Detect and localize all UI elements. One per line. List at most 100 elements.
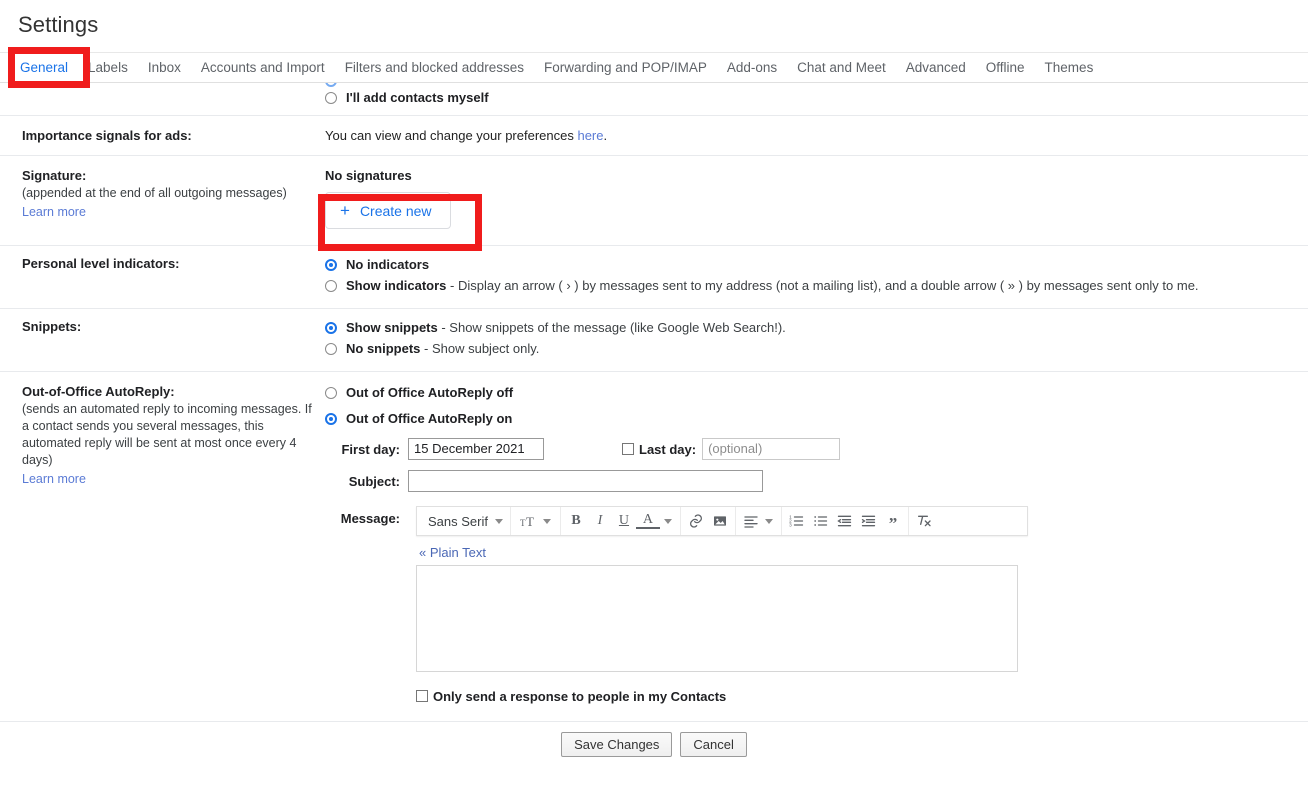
only-contacts-option[interactable]: Only send a response to people in my Con… [416,688,1028,705]
bold-icon[interactable]: B [564,509,588,533]
indent-less-icon[interactable] [833,509,857,533]
subject-label: Subject: [325,474,400,489]
underline-icon[interactable]: U [612,509,636,533]
plain-text-link[interactable]: « Plain Text [419,545,486,560]
font-size-icon[interactable]: TT [514,509,540,533]
first-day-label: First day: [325,442,400,457]
font-family-dropdown[interactable]: Sans Serif [420,514,507,529]
settings-footer: Save Changes Cancel [0,721,1308,767]
signature-sublabel: (appended at the end of all outgoing mes… [22,185,313,202]
numbered-list-icon[interactable]: 123 [785,509,809,533]
option-show-snippets[interactable]: Show snippets - Show snippets of the mes… [325,319,1292,336]
option-show-indicators[interactable]: Show indicators - Display an arrow ( › )… [325,277,1292,294]
subject-input[interactable] [408,470,763,492]
signature-label: Signature: [22,168,313,183]
autoreply-off-label: Out of Office AutoReply off [346,384,513,401]
last-day-checkbox[interactable] [622,443,634,455]
svg-text:T: T [526,514,534,529]
tab-filters-and-blocked-addresses[interactable]: Filters and blocked addresses [345,53,524,83]
radio-no-snippets[interactable] [325,343,337,355]
autoreply-label: Out-of-Office AutoReply: [22,384,313,399]
option-autoreply-off[interactable]: Out of Office AutoReply off [325,384,1292,401]
remove-formatting-icon[interactable] [912,509,936,533]
show-snippets-description: - Show snippets of the message (like Goo… [438,320,786,335]
tab-general[interactable]: General [20,53,68,83]
font-family-value: Sans Serif [428,514,488,529]
toolbar-group-size: TT [511,507,561,535]
align-icon[interactable] [739,509,763,533]
importance-period: . [604,128,608,143]
radio-add-contacts-myself[interactable] [325,92,337,104]
option-autoreply-on[interactable]: Out of Office AutoReply on [325,410,1292,427]
importance-signals-row: Importance signals for ads: You can view… [0,116,1308,156]
message-line: Message: Sans Serif TT [325,506,1292,705]
chevron-down-icon [495,519,503,524]
first-day-input[interactable]: 15 December 2021 [408,438,544,460]
tab-advanced[interactable]: Advanced [906,53,966,83]
link-icon[interactable] [684,509,708,533]
tab-labels[interactable]: Labels [88,53,128,83]
tab-accounts-and-import[interactable]: Accounts and Import [201,53,325,83]
save-changes-button[interactable]: Save Changes [561,732,672,757]
signature-learn-more-link[interactable]: Learn more [22,205,86,219]
text-color-icon[interactable]: A [636,513,660,529]
chevron-down-icon[interactable] [664,519,672,524]
importance-signals-text: You can view and change your preferences [325,128,577,143]
tab-inbox[interactable]: Inbox [148,53,181,83]
page-title: Settings [0,0,1308,52]
out-of-office-autoreply-row: Out-of-Office AutoReply: (sends an autom… [0,372,1308,713]
option-no-snippets[interactable]: No snippets - Show subject only. [325,340,1292,357]
personal-level-indicators-row: Personal level indicators: No indicators… [0,246,1308,309]
create-new-signature-button[interactable]: + Create new [325,192,451,229]
radio-no-indicators[interactable] [325,259,337,271]
tab-chat-and-meet[interactable]: Chat and Meet [797,53,886,83]
importance-here-link[interactable]: here [577,128,603,143]
toolbar-group-clear [909,507,939,535]
autoreply-learn-more-link[interactable]: Learn more [22,472,86,486]
message-label: Message: [325,506,400,526]
add-contacts-myself-label: I'll add contacts myself [346,89,489,106]
italic-icon[interactable]: I [588,509,612,533]
chevron-down-icon[interactable] [543,519,551,524]
radio-show-snippets[interactable] [325,322,337,334]
only-contacts-checkbox[interactable] [416,690,428,702]
tab-add-ons[interactable]: Add-ons [727,53,777,83]
indent-more-icon[interactable] [857,509,881,533]
no-snippets-label: No snippets [346,341,420,356]
subject-line: Subject: [325,470,1292,492]
svg-text:3: 3 [790,522,793,527]
radio-autoreply-off[interactable] [325,387,337,399]
snippets-label: Snippets: [22,319,313,334]
option-no-indicators[interactable]: No indicators [325,256,1292,273]
no-indicators-label: No indicators [346,256,429,273]
radio-auto-add-contacts[interactable] [325,83,337,87]
last-day-input[interactable]: (optional) [702,438,840,460]
no-signatures-status: No signatures [325,168,1292,183]
toolbar-group-align [736,507,782,535]
tab-themes[interactable]: Themes [1045,53,1094,83]
message-body-input[interactable] [416,565,1018,672]
signature-row: Signature: (appended at the end of all o… [0,156,1308,246]
show-indicators-description: - Display an arrow ( › ) by messages sen… [446,278,1198,293]
toolbar-group-insert [681,507,736,535]
radio-autoreply-on[interactable] [325,413,337,425]
cancel-button[interactable]: Cancel [680,732,746,757]
tab-forwarding-and-pop-imap[interactable]: Forwarding and POP/IMAP [544,53,707,83]
toolbar-group-lists: 123 ” [782,507,909,535]
plus-icon: + [340,202,350,219]
create-contacts-row-partial: I'll add contacts myself [0,83,1308,116]
tab-offline[interactable]: Offline [986,53,1025,83]
editor-toolbar: Sans Serif TT B I U A [416,506,1028,536]
show-indicators-label: Show indicators [346,278,446,293]
last-day-label: Last day: [639,442,696,457]
bulleted-list-icon[interactable] [809,509,833,533]
insert-image-icon[interactable] [708,509,732,533]
snippets-row: Snippets: Show snippets - Show snippets … [0,309,1308,372]
no-snippets-description: - Show subject only. [420,341,539,356]
radio-show-indicators[interactable] [325,280,337,292]
autoreply-sublabel: (sends an automated reply to incoming me… [22,401,313,469]
first-last-day-line: First day: 15 December 2021 Last day: (o… [325,438,1292,460]
quote-icon[interactable]: ” [881,509,905,533]
only-contacts-label: Only send a response to people in my Con… [433,688,726,705]
chevron-down-icon[interactable] [765,519,773,524]
